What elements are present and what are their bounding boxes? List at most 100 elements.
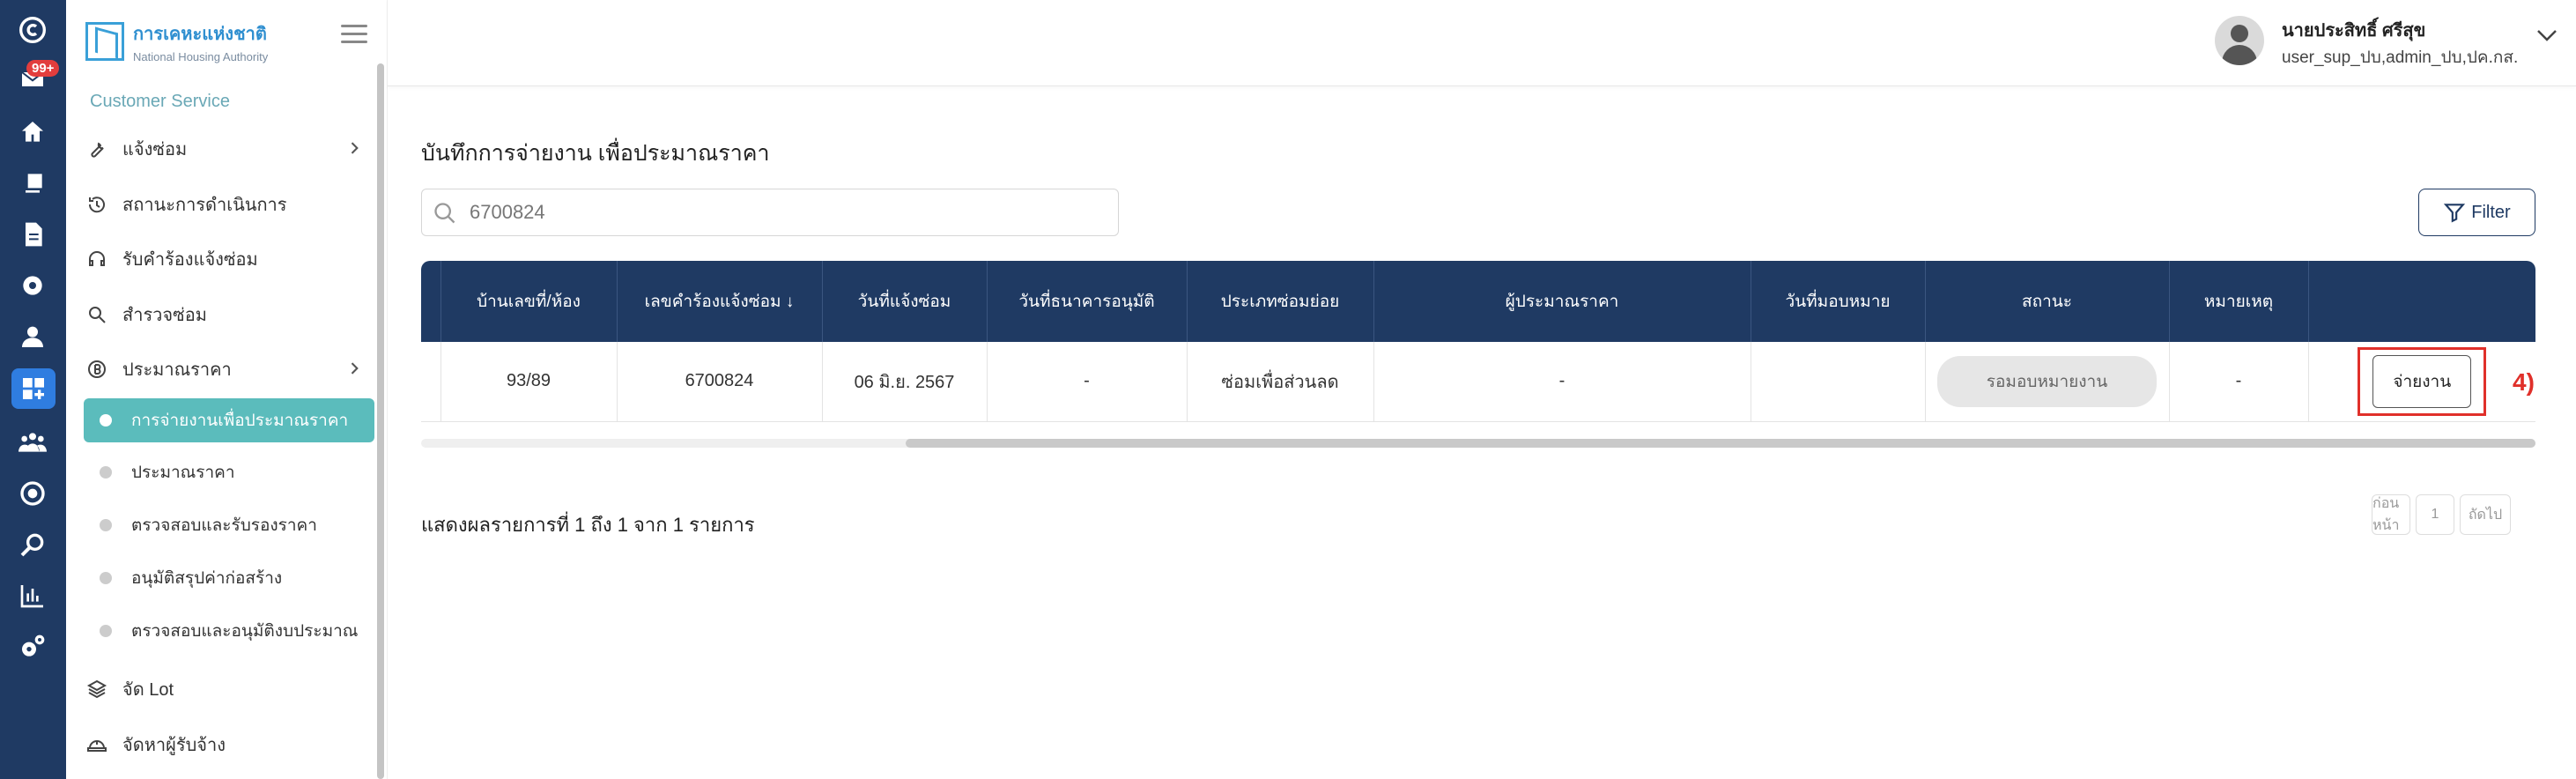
bullet-dot-icon <box>100 519 112 531</box>
sidebar-subitem-verify-price[interactable]: ตรวจสอบและรับรองราคา <box>84 503 374 547</box>
filter-button[interactable]: Filter <box>2418 189 2535 236</box>
cell-request-date: 06 มิ.ย. 2567 <box>822 342 988 421</box>
cell-request-no: 6700824 <box>617 342 823 421</box>
search-box[interactable] <box>421 189 1119 236</box>
sidebar-item-label: สำรวจซ่อม <box>122 306 207 325</box>
logo-thai-text: การเคหะแห่งชาติ <box>133 25 267 44</box>
user-icon[interactable] <box>15 319 50 354</box>
sidebar-subitem-approve-construction[interactable]: อนุมัติสรุปค่าก่อสร้าง <box>84 556 374 600</box>
highlight-box: จ่ายงาน <box>2358 346 2487 416</box>
sidebar-subitem-label: การจ่ายงานเพื่อประมาณราคา <box>131 412 349 430</box>
history-icon <box>85 193 108 216</box>
headset-icon <box>85 248 108 271</box>
group-icon[interactable] <box>15 425 50 460</box>
sidebar-item-contractor[interactable]: จัดหาผู้รับจ้าง <box>85 723 372 767</box>
layers-icon[interactable] <box>15 166 50 201</box>
column-header-bank-approval-date[interactable]: วันที่ธนาคารอนุมัติ <box>987 261 1188 342</box>
settings-badge-icon[interactable] <box>15 476 50 511</box>
assign-work-button[interactable]: จ่ายงาน <box>2372 354 2472 408</box>
sidebar: การเคหะแห่งชาติ National Housing Authori… <box>66 0 388 779</box>
sidebar-subitem-label: ประมาณราคา <box>131 464 235 482</box>
sidebar-item-lot[interactable]: จัด Lot <box>85 667 372 711</box>
cell-status: รอมอบหมายงาน <box>1925 342 2170 421</box>
document-icon[interactable] <box>15 217 50 252</box>
sidebar-item-status[interactable]: สถานะการดำเนินการ <box>85 182 372 226</box>
user-name: นายประสิทธิ์ ศรีสุข <box>2282 21 2426 41</box>
next-page-button[interactable]: ถัดไป <box>2460 494 2511 535</box>
sidebar-subitem-assign-estimate[interactable]: การจ่ายงานเพื่อประมาณราคา <box>84 398 374 442</box>
search-icon[interactable] <box>15 527 50 562</box>
search-input[interactable] <box>470 198 1104 226</box>
notification-badge: 99+ <box>26 60 60 77</box>
user-role: user_sup_ปบ,admin_ปบ,ปค.กส. <box>2282 48 2519 67</box>
filter-label: Filter <box>2471 202 2511 222</box>
scrollbar-thumb[interactable] <box>906 439 2535 448</box>
sidebar-item-receive-request[interactable]: รับคำร้องแจ้งซ่อม <box>85 237 372 281</box>
sidebar-item-label: ประมาณราคา <box>122 360 232 380</box>
sidebar-subitem-label: ตรวจสอบและรับรองราคา <box>131 516 317 535</box>
gear-cog-icon[interactable] <box>15 268 50 303</box>
chevron-right-icon <box>345 360 363 377</box>
column-header-estimator[interactable]: ผู้ประมาณราคา <box>1373 261 1751 342</box>
cell-repair-type: ซ่อมเพื่อส่วนลด <box>1187 342 1374 421</box>
logo-c-icon[interactable] <box>15 12 50 48</box>
sidebar-item-label: จัดหาผู้รับจ้าง <box>122 736 226 755</box>
sidebar-item-label: จัด Lot <box>122 680 174 700</box>
step-annotation: 4) <box>2513 368 2535 396</box>
page-title: บันทึกการจ่ายงาน เพื่อประมาณราคา <box>421 141 770 166</box>
avatar[interactable] <box>2215 16 2264 65</box>
column-header-note[interactable]: หมายเหตุ <box>2169 261 2309 342</box>
column-header-house-no[interactable]: บ้านเลขที่/ห้อง <box>440 261 618 342</box>
settings-icon[interactable] <box>15 629 50 664</box>
sidebar-item-label: รับคำร้องแจ้งซ่อม <box>122 250 258 270</box>
bullet-dot-icon <box>100 466 112 479</box>
nha-logo-icon <box>85 22 124 61</box>
chevron-right-icon <box>345 139 363 157</box>
cell-estimator: - <box>1373 342 1751 421</box>
bullet-dot-icon <box>100 625 112 637</box>
status-badge: รอมอบหมายงาน <box>1936 355 2158 407</box>
sidebar-subitem-estimate[interactable]: ประมาณราคา <box>84 450 374 494</box>
chevron-down-icon[interactable] <box>2535 26 2558 44</box>
prev-page-button[interactable]: ก่อนหน้า <box>2372 494 2410 535</box>
column-header-repair-type[interactable]: ประเภทซ่อมย่อย <box>1187 261 1374 342</box>
table-horizontal-scrollbar[interactable] <box>421 439 2535 448</box>
hamburger-menu-icon[interactable] <box>341 25 367 46</box>
sidebar-item-label: สถานะการดำเนินการ <box>122 196 287 215</box>
table-row: 93/89 6700824 06 มิ.ย. 2567 - ซ่อมเพื่อส… <box>421 342 2535 421</box>
sidebar-item-survey[interactable]: สำรวจซ่อม <box>85 293 372 337</box>
column-header-status[interactable]: สถานะ <box>1925 261 2170 342</box>
cell-note: - <box>2169 342 2309 421</box>
sidebar-subitem-label: ตรวจสอบและอนุมัติงบประมาณ <box>131 622 359 641</box>
sidebar-item-label: แจ้งซ่อม <box>122 140 188 160</box>
result-summary: แสดงผลรายการที่ 1 ถึง 1 จาก 1 รายการ <box>421 514 755 536</box>
column-header-spacer <box>421 261 441 342</box>
wrench-icon <box>85 137 108 160</box>
column-header-assigned-date[interactable]: วันที่มอบหมาย <box>1751 261 1926 342</box>
chart-icon[interactable] <box>15 578 50 613</box>
home-icon[interactable] <box>15 115 50 150</box>
search-icon <box>85 303 108 326</box>
search-icon <box>433 201 457 226</box>
sidebar-item-repair-request[interactable]: แจ้งซ่อม <box>85 127 372 171</box>
cell-house-no: 93/89 <box>440 342 618 421</box>
cell-assigned-date <box>1751 342 1926 421</box>
table-header-row: บ้านเลขที่/ห้อง เลขคำร้องแจ้งซ่อม ↓ วันท… <box>421 261 2535 342</box>
helmet-icon <box>85 733 108 756</box>
column-header-request-no[interactable]: เลขคำร้องแจ้งซ่อม ↓ <box>617 261 823 342</box>
sidebar-subitem-label: อนุมัติสรุปค่าก่อสร้าง <box>131 569 283 588</box>
sidebar-item-estimate[interactable]: ประมาณราคา <box>85 347 372 391</box>
bullet-dot-icon <box>100 414 112 427</box>
nha-logo[interactable]: การเคหะแห่งชาติ National Housing Authori… <box>85 19 268 63</box>
column-header-request-date[interactable]: วันที่แจ้งซ่อม <box>822 261 988 342</box>
column-header-action <box>2308 261 2535 342</box>
sidebar-scrollbar[interactable] <box>377 63 384 779</box>
section-title: Customer Service <box>90 92 230 111</box>
sidebar-subitem-approve-budget[interactable]: ตรวจสอบและอนุมัติงบประมาณ <box>84 609 374 653</box>
page-number-button[interactable]: 1 <box>2416 494 2454 535</box>
baht-icon <box>85 358 108 381</box>
dashboard-add-icon[interactable] <box>11 368 56 409</box>
icon-rail: 99+ <box>0 0 66 779</box>
cell-bank-approval-date: - <box>987 342 1188 421</box>
cell-action: จ่ายงาน <box>2308 342 2535 421</box>
